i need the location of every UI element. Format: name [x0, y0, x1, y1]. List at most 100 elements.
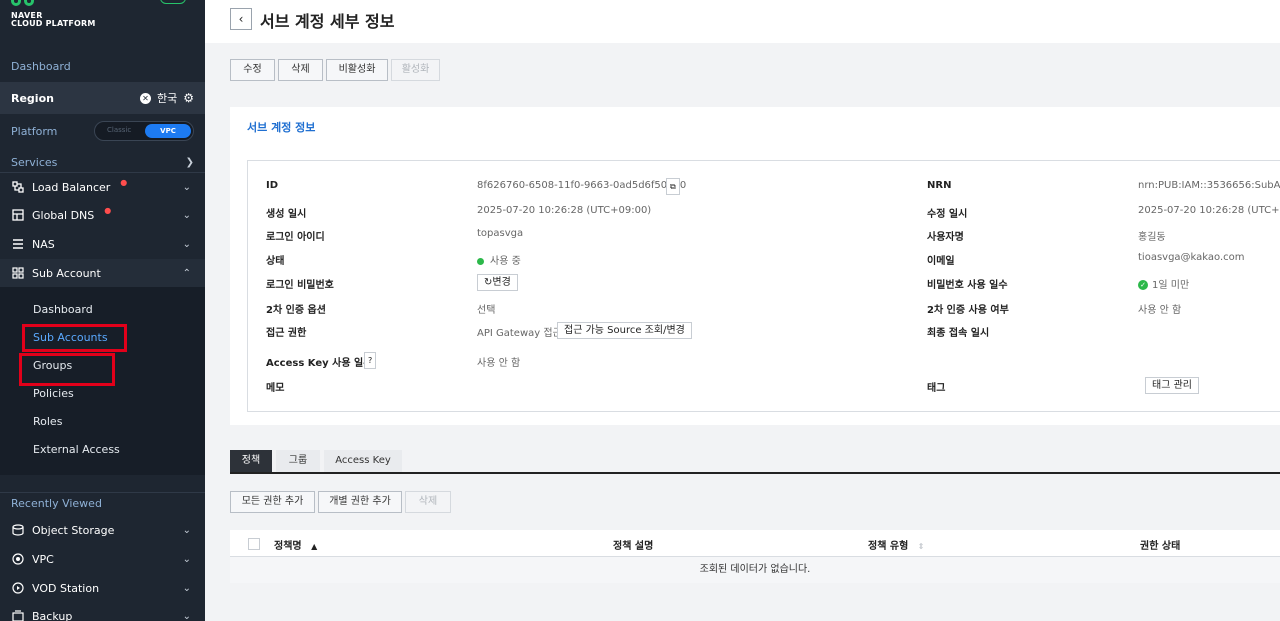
service-nas[interactable]: NAS ⌄: [0, 230, 205, 258]
edit-button[interactable]: 수정: [230, 59, 275, 81]
nas-icon: [11, 238, 24, 250]
recent-object-storage[interactable]: Object Storage ⌄: [0, 516, 205, 544]
nrn-value: nrn:PUB:IAM::3536656:SubAcco: [1138, 180, 1280, 191]
sub-item-roles[interactable]: Roles: [33, 415, 62, 428]
delete-policy-button[interactable]: 삭제: [405, 491, 451, 513]
recent-backup[interactable]: Backup ⌄: [0, 602, 205, 621]
vod-icon: [11, 582, 24, 594]
services-label: Services: [11, 156, 58, 169]
tag-label: 태그: [927, 383, 946, 394]
chevron-down-icon: ⌄: [182, 524, 191, 536]
tab-policy[interactable]: 정책: [230, 450, 272, 472]
service-label: NAS: [32, 237, 55, 251]
pw-days-label: 비밀번호 사용 일수: [927, 280, 1008, 291]
sidebar: NAVER CLOUD PLATFORM Dashboard Region ✕ …: [0, 0, 205, 621]
info-box: ID 8f626760-6508-11f0-9663-0ad5d6f50000 …: [247, 160, 1280, 412]
created-value: 2025-07-20 10:26:28 (UTC+09:00): [477, 205, 652, 216]
service-sub-account[interactable]: Sub Account ⌃: [0, 259, 205, 287]
chevron-up-icon: ⌃: [182, 267, 191, 279]
copy-icon[interactable]: ⧉: [666, 178, 680, 195]
column-permission-status: 권한 상태: [1140, 541, 1181, 552]
username-value: 홍길동: [1138, 232, 1166, 243]
top-pill[interactable]: [160, 0, 186, 4]
recent-label: Object Storage: [32, 523, 115, 537]
access-source-button[interactable]: 접근 가능 Source 조회/변경: [557, 322, 692, 339]
password-label: 로그인 비밀번호: [266, 280, 334, 291]
gear-icon[interactable]: ⚙: [183, 91, 194, 105]
delete-button[interactable]: 삭제: [278, 59, 323, 81]
mfa-use-label: 2차 인증 사용 여부: [927, 305, 1009, 316]
created-label: 생성 일시: [266, 209, 307, 220]
change-password-button[interactable]: ↻변경: [477, 274, 518, 291]
column-policy-type[interactable]: 정책 유형 ⇕: [868, 537, 924, 552]
sub-item-policies[interactable]: Policies: [33, 387, 74, 400]
check-icon: ✓: [1138, 280, 1148, 290]
service-label: Global DNS: [32, 208, 95, 222]
mfa-option-value: 선택: [477, 305, 496, 316]
tab-access-key[interactable]: Access Key: [324, 450, 402, 472]
chevron-down-icon: ⌄: [182, 209, 191, 221]
access-value: API Gateway 접근: [477, 328, 562, 339]
back-button[interactable]: ‹: [230, 8, 252, 30]
memo-label: 메모: [266, 383, 285, 394]
activate-button[interactable]: 활성화: [391, 59, 440, 81]
empty-table-message: 조회된 데이터가 없습니다.: [230, 557, 1280, 583]
page-title: 서브 계정 세부 정보: [260, 12, 395, 31]
storage-icon: [11, 524, 24, 536]
logo-line2: CLOUD PLATFORM: [11, 19, 96, 28]
services-header[interactable]: Services ❯: [0, 153, 205, 173]
chevron-down-icon: ⌄: [182, 181, 191, 193]
sub-item-dashboard[interactable]: Dashboard: [33, 303, 93, 316]
add-individual-permission-button[interactable]: 개별 권한 추가: [318, 491, 402, 513]
highlight-groups: [19, 353, 115, 386]
platform-toggle[interactable]: Classic VPC: [94, 121, 194, 141]
change-password-label: 변경: [492, 277, 511, 288]
modified-value: 2025-07-20 10:26:28 (UTC+09:0: [1138, 205, 1280, 216]
deactivate-button[interactable]: 비활성화: [326, 59, 388, 81]
service-label: Load Balancer: [32, 180, 111, 194]
logo-mark: [11, 0, 39, 6]
recent-vpc[interactable]: VPC ⌄: [0, 545, 205, 573]
status-value: 사용 중: [490, 256, 521, 267]
login-id-label: 로그인 아이디: [266, 232, 325, 243]
service-load-balancer[interactable]: Load Balancer ● ⌄: [0, 173, 205, 201]
mfa-option-label: 2차 인증 옵션: [266, 305, 326, 316]
mfa-use-value: 사용 안 함: [1138, 305, 1182, 316]
sort-asc-icon: ▲: [311, 542, 318, 551]
sidebar-dashboard-link[interactable]: Dashboard: [11, 57, 205, 75]
logo[interactable]: NAVER CLOUD PLATFORM: [11, 0, 101, 40]
platform-row: Platform Classic VPC: [0, 118, 205, 144]
pw-days-wrap: ✓ 1일 미만: [1138, 276, 1189, 291]
recent-label: VOD Station: [32, 581, 100, 595]
load-balancer-icon: [11, 181, 24, 193]
email-label: 이메일: [927, 256, 955, 267]
access-key-days-value: 사용 안 함: [477, 358, 521, 369]
tab-group[interactable]: 그룹: [276, 450, 320, 472]
service-global-dns[interactable]: Global DNS ● ⌄: [0, 201, 205, 229]
chevron-right-icon: ❯: [185, 157, 194, 168]
add-all-permissions-button[interactable]: 모든 권한 추가: [230, 491, 315, 513]
chevron-down-icon: ⌄: [182, 238, 191, 250]
status-label: 상태: [266, 256, 285, 267]
backup-icon: [11, 610, 24, 621]
pw-days-value: 1일 미만: [1152, 280, 1190, 291]
chevron-down-icon: ⌄: [182, 553, 191, 565]
platform-vpc[interactable]: VPC: [145, 124, 191, 138]
tag-manage-button[interactable]: 태그 관리: [1145, 377, 1199, 394]
region-selector[interactable]: Region ✕ 한국 ⚙: [0, 82, 205, 114]
id-value: 8f626760-6508-11f0-9663-0ad5d6f50000: [477, 180, 687, 191]
nrn-label: NRN: [927, 180, 952, 191]
platform-classic[interactable]: Classic: [107, 126, 131, 134]
detail-card: 서브 계정 정보 ID 8f626760-6508-11f0-9663-0ad5…: [230, 107, 1280, 425]
vpc-icon: [11, 553, 24, 565]
column-label: 정책명: [274, 541, 302, 552]
recent-label: Backup: [32, 609, 73, 621]
sub-item-external-access[interactable]: External Access: [33, 443, 120, 456]
help-icon[interactable]: ?: [364, 352, 377, 369]
detail-tabs: 정책 그룹 Access Key: [230, 450, 1280, 474]
select-all-checkbox[interactable]: [248, 538, 260, 550]
recent-vod-station[interactable]: VOD Station ⌄: [0, 574, 205, 602]
globe-icon: ✕: [139, 92, 151, 104]
section-title: 서브 계정 정보: [247, 121, 316, 134]
column-policy-name[interactable]: 정책명 ▲: [274, 537, 317, 552]
